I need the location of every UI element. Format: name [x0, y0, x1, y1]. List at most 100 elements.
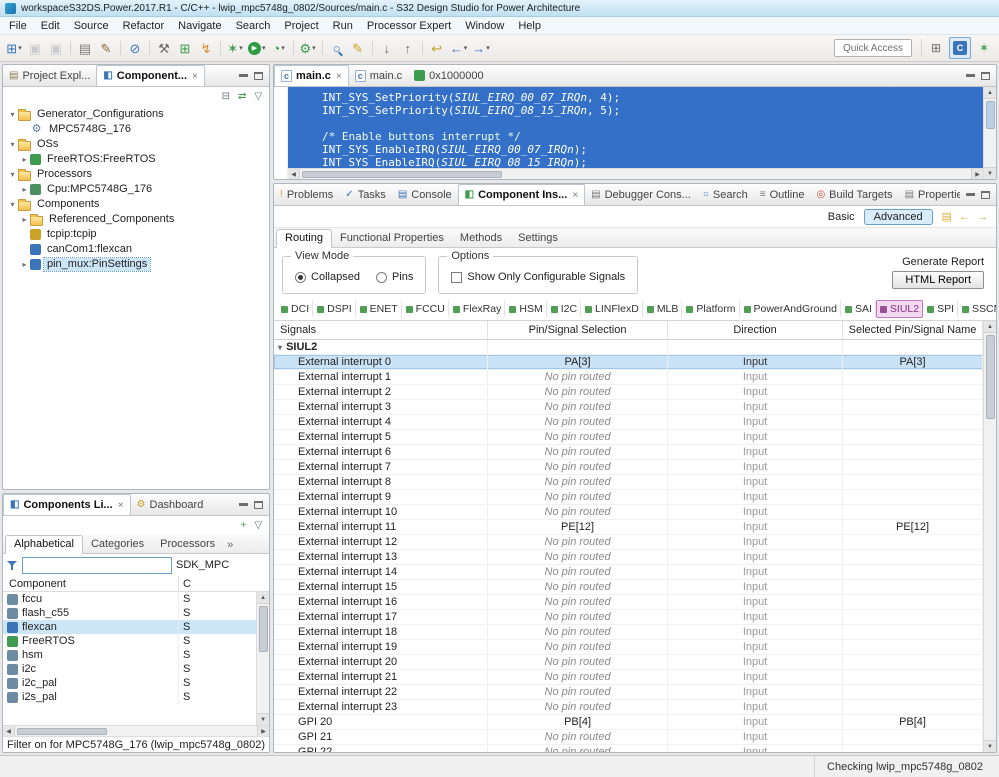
peripheral-tab-hsm[interactable]: HSM — [505, 300, 546, 318]
component-filter-input[interactable] — [22, 557, 172, 574]
signal-row-external-interrupt-21[interactable]: External interrupt 21No pin routedInput — [274, 670, 983, 685]
close-icon[interactable]: × — [336, 71, 342, 82]
minimize-icon[interactable] — [966, 74, 975, 77]
pin-selection-cell[interactable]: No pin routed — [488, 370, 668, 384]
signal-group-siul2[interactable]: ▾SIUL2 — [274, 340, 983, 355]
library-tab-processors[interactable]: Processors — [152, 536, 223, 553]
menu-run[interactable]: Run — [326, 18, 360, 34]
scroll-thumb[interactable] — [986, 335, 995, 419]
tab-tasks[interactable]: ✓Tasks — [339, 184, 392, 205]
column-direction[interactable]: Direction — [668, 321, 843, 339]
tree-item-processors[interactable]: ▾Processors — [3, 167, 269, 182]
inspector-tab-methods[interactable]: Methods — [452, 230, 510, 247]
pin-selection-cell[interactable]: No pin routed — [488, 640, 668, 654]
signal-row-external-interrupt-3[interactable]: External interrupt 3No pin routedInput — [274, 400, 983, 415]
pin-selection-cell[interactable]: No pin routed — [488, 415, 668, 429]
expander-icon[interactable]: ▾ — [7, 140, 18, 149]
pin-selection-cell[interactable]: No pin routed — [488, 670, 668, 684]
pin-selection-cell[interactable]: No pin routed — [488, 745, 668, 752]
new-wizard-icon[interactable]: ⊞▾ — [4, 37, 24, 59]
pin-selection-cell[interactable]: PE[12] — [488, 520, 668, 534]
maximize-icon[interactable] — [981, 191, 990, 199]
advanced-mode-button[interactable]: Advanced — [864, 209, 933, 225]
scroll-right-icon[interactable]: ▶ — [257, 726, 269, 736]
expander-icon[interactable]: ▾ — [7, 200, 18, 209]
pin-selection-cell[interactable]: No pin routed — [488, 565, 668, 579]
signal-row-external-interrupt-16[interactable]: External interrupt 16No pin routedInput — [274, 595, 983, 610]
maximize-icon[interactable] — [981, 72, 990, 80]
column-component[interactable]: Component — [3, 576, 179, 591]
peripheral-tab-dspi[interactable]: DSPI — [313, 300, 356, 318]
peripheral-tab-sscm[interactable]: SSCM — [958, 300, 996, 318]
tab-project-explorer[interactable]: ▤Project Expl... — [3, 65, 96, 86]
trace-icon[interactable]: ▤ — [75, 37, 95, 59]
collapse-all-icon[interactable]: ⊟ — [222, 91, 230, 102]
radio-pins[interactable]: Pins — [376, 271, 413, 283]
peripheral-tab-platform[interactable]: Platform — [682, 300, 739, 318]
tab-dashboard[interactable]: ⚙Dashboard — [131, 494, 210, 515]
close-icon[interactable]: × — [192, 71, 198, 82]
quick-access-box[interactable]: Quick Access — [834, 39, 912, 57]
editor-tab-main-c[interactable]: cmain.c× — [274, 65, 349, 86]
library-item-flexcan[interactable]: flexcanS — [3, 620, 256, 634]
signals-vscrollbar[interactable]: ▲ ▼ — [983, 321, 996, 752]
pin-selection-cell[interactable]: No pin routed — [488, 385, 668, 399]
peripheral-tab-linflexd[interactable]: LINFlexD — [581, 300, 643, 318]
close-icon[interactable]: × — [572, 190, 578, 201]
close-icon[interactable]: × — [118, 500, 124, 511]
last-edit-location-icon[interactable]: ↩ — [427, 37, 447, 59]
peripheral-tab-mlb[interactable]: MLB — [643, 300, 683, 318]
library-hscrollbar[interactable]: ◀ ▶ — [3, 725, 269, 736]
expander-icon[interactable]: ▾ — [278, 343, 282, 352]
library-item-i2c[interactable]: i2cS — [3, 662, 256, 676]
radio-icon[interactable] — [376, 272, 387, 283]
signal-row-external-interrupt-5[interactable]: External interrupt 5No pin routedInput — [274, 430, 983, 445]
mark-occurrences-icon[interactable]: ✎ — [348, 37, 368, 59]
profile-icon[interactable]: ◔▾ — [269, 37, 289, 59]
flash-programmer-icon[interactable]: ↯ — [196, 37, 216, 59]
back-icon[interactable]: ←▾ — [448, 37, 470, 59]
maximize-icon[interactable] — [254, 501, 263, 509]
next-annotation-icon[interactable]: ↓ — [377, 37, 397, 59]
peripheral-tab-dci[interactable]: DCI — [277, 300, 313, 318]
expander-icon[interactable]: ▾ — [7, 170, 18, 179]
signal-row-external-interrupt-2[interactable]: External interrupt 2No pin routedInput — [274, 385, 983, 400]
tree-item-oss[interactable]: ▾OSs — [3, 137, 269, 152]
expander-icon[interactable]: ▸ — [19, 260, 30, 269]
tab-components-library[interactable]: ◧Components Li...× — [3, 494, 131, 515]
peripheral-tab-sai[interactable]: SAI — [841, 300, 876, 318]
signal-row-external-interrupt-18[interactable]: External interrupt 18No pin routedInput — [274, 625, 983, 640]
signal-row-external-interrupt-4[interactable]: External interrupt 4No pin routedInput — [274, 415, 983, 430]
forward-icon[interactable]: →▾ — [470, 37, 492, 59]
menu-navigate[interactable]: Navigate — [171, 18, 228, 34]
pin-selection-cell[interactable]: No pin routed — [488, 535, 668, 549]
tree-item-cancom1-flexcan[interactable]: canCom1:flexcan — [3, 242, 269, 257]
signal-row-external-interrupt-22[interactable]: External interrupt 22No pin routedInput — [274, 685, 983, 700]
signal-row-external-interrupt-20[interactable]: External interrupt 20No pin routedInput — [274, 655, 983, 670]
pin-selection-cell[interactable]: No pin routed — [488, 430, 668, 444]
scalpel-icon[interactable]: ✎ — [96, 37, 116, 59]
signal-row-external-interrupt-15[interactable]: External interrupt 15No pin routedInput — [274, 580, 983, 595]
maximize-icon[interactable] — [254, 72, 263, 80]
menu-processor-expert[interactable]: Processor Expert — [360, 18, 458, 34]
signal-row-external-interrupt-11[interactable]: External interrupt 11PE[12]InputPE[12] — [274, 520, 983, 535]
editor-hscrollbar[interactable]: ◀ ▶ — [288, 168, 983, 179]
view-menu-icon[interactable]: ▽ — [254, 520, 262, 531]
new-wizard-dropdown-icon[interactable]: ▾ — [18, 44, 22, 52]
library-item-hsm[interactable]: hsmS — [3, 648, 256, 662]
editor-tab-memory[interactable]: 0x1000000 — [408, 65, 489, 86]
peripheral-tab-flexray[interactable]: FlexRay — [449, 300, 506, 318]
tree-item-components[interactable]: ▾Components — [3, 197, 269, 212]
signal-row-gpi-22[interactable]: GPI 22No pin routedInput — [274, 745, 983, 752]
signal-row-external-interrupt-12[interactable]: External interrupt 12No pin routedInput — [274, 535, 983, 550]
show-configurable-checkbox[interactable] — [451, 272, 462, 283]
debug-perspective-button[interactable]: ✶ — [973, 37, 995, 59]
signal-row-external-interrupt-17[interactable]: External interrupt 17No pin routedInput — [274, 610, 983, 625]
history-back-icon[interactable]: ← — [959, 211, 970, 223]
signal-row-external-interrupt-0[interactable]: External interrupt 0PA[3]InputPA[3] — [274, 355, 983, 370]
signal-row-external-interrupt-13[interactable]: External interrupt 13No pin routedInput — [274, 550, 983, 565]
peripheral-tab-spi[interactable]: SPI — [923, 300, 958, 318]
menu-project[interactable]: Project — [277, 18, 325, 34]
run-dropdown-icon[interactable]: ▾ — [262, 44, 266, 52]
scroll-down-icon[interactable]: ▼ — [984, 740, 996, 752]
